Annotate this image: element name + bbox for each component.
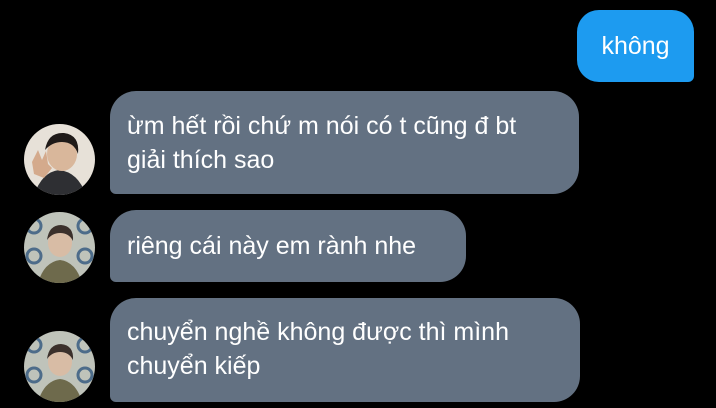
avatar[interactable]	[24, 212, 95, 283]
message-text: chuyển nghề không được thì mình chuyển k…	[127, 318, 509, 380]
avatar[interactable]	[24, 124, 95, 195]
message-bubble-sent[interactable]: không	[577, 10, 694, 82]
avatar[interactable]	[24, 331, 95, 402]
message-text: riêng cái này em rành nhe	[127, 232, 417, 260]
chat-screen: { "messages": [ {"sender": "me", "text":…	[0, 0, 716, 408]
avatar-patterned-wall-image	[24, 212, 95, 283]
avatar-hand-pose-image	[24, 124, 95, 195]
avatar-patterned-wall-image	[24, 331, 95, 402]
message-text: không	[601, 32, 670, 60]
message-bubble-received[interactable]: riêng cái này em rành nhe	[110, 210, 466, 282]
message-text: ừm hết rồi chứ m nói có t cũng đ bt giải…	[127, 112, 517, 174]
message-bubble-received[interactable]: ừm hết rồi chứ m nói có t cũng đ bt giải…	[110, 91, 579, 194]
message-bubble-received[interactable]: chuyển nghề không được thì mình chuyển k…	[110, 298, 580, 402]
